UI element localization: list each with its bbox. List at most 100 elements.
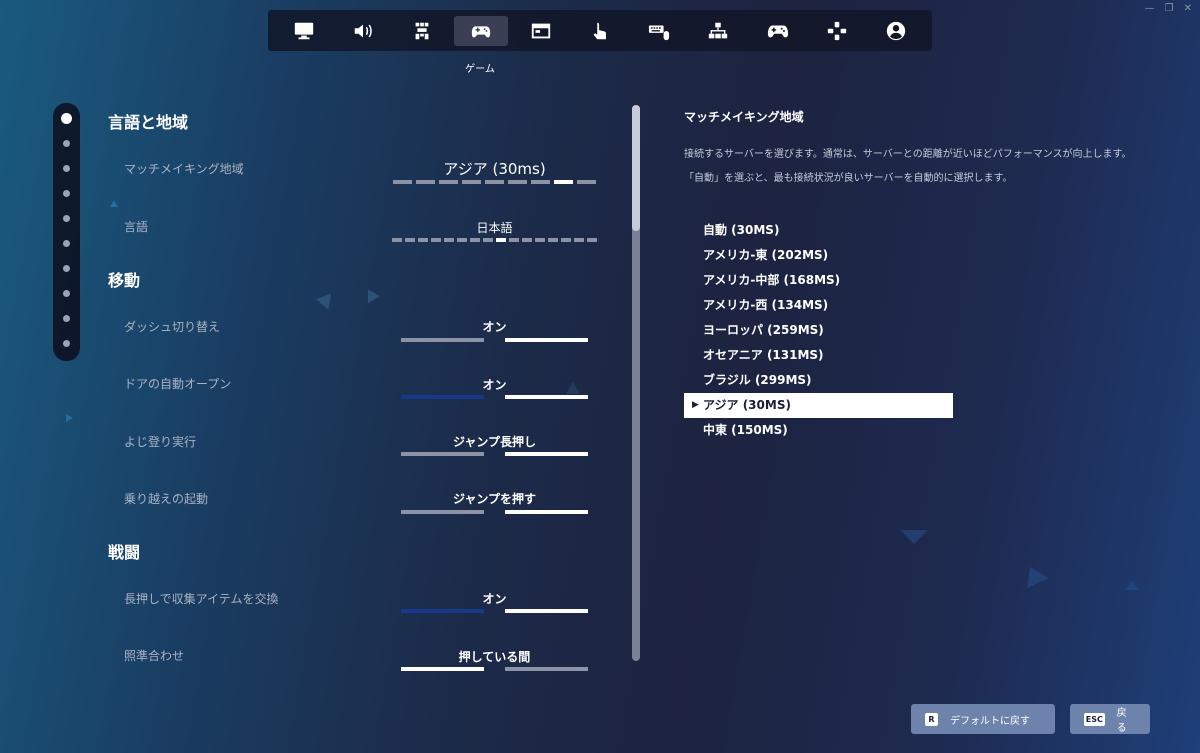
tab-dpad[interactable] [810,16,864,46]
selector-segment [531,180,550,184]
region-list: 自動 (30MS) アメリカ-東 (202MS) アメリカ-中部 (168MS) アメ… [684,218,953,443]
region-option-label: 中東 (150MS) [703,423,788,437]
selector-segment-bar [393,180,596,184]
region-option[interactable]: ヨーロッパ (259MS) [684,318,953,343]
account-icon [887,21,906,40]
key-hint-r: R [925,712,938,726]
setting-value: 日本語 [476,221,513,235]
speaker-icon [354,24,372,37]
toggle-on-segment [505,452,588,456]
toggle-on-segment [401,667,484,671]
tab-touch[interactable] [573,16,627,46]
selector-segment [509,238,519,242]
back-button[interactable]: ESC 戻る [1070,704,1150,734]
toggle-off-segment [401,510,484,514]
toggle-on-segment [505,338,588,342]
close-icon[interactable]: ✕ [1184,3,1192,14]
rail-dot[interactable] [61,113,72,124]
tab-interface[interactable] [514,16,568,46]
region-option[interactable]: オセアニア (131MS) [684,343,953,368]
tab-accessibility[interactable] [395,16,449,46]
gamepad-icon [472,25,491,37]
rail-dot[interactable] [63,190,70,197]
detail-title: マッチメイキング地域 [684,110,804,124]
keyboard-mouse-icon [649,25,670,40]
section-nav-rail [53,103,80,361]
region-option-label: 自動 (30MS) [703,223,780,237]
selected-caret-icon: ▶ [692,400,699,410]
key-hint-esc: ESC [1084,712,1105,726]
tab-network[interactable] [691,16,745,46]
rail-dot[interactable] [63,340,70,347]
toggle-on-segment [505,510,588,514]
selector-segment [431,238,441,242]
setting-value: 押している間 [458,650,531,664]
setting-label: ダッシュ切り替え [124,320,221,334]
rail-dot[interactable] [63,240,70,247]
toggle-indicator [401,338,588,342]
accessibility-icon [415,22,429,39]
selector-segment [462,180,481,184]
setting-label: ドアの自動オープン [124,377,232,391]
scrollbar-thumb[interactable] [632,105,640,231]
toggle-indicator [401,452,588,456]
tab-game[interactable] [454,15,509,46]
selector-segment [577,180,596,184]
setting-value: アジア (30ms) [443,160,546,178]
selector-segment [392,238,402,242]
region-option-label: アメリカ-東 (202MS) [703,248,829,262]
rail-dot[interactable] [63,265,70,272]
restore-icon[interactable]: ❐ [1165,3,1174,14]
setting-label: 照準合わせ [124,649,185,663]
tab-audio[interactable] [336,16,390,46]
settings-scrollbar[interactable] [632,105,640,661]
region-option[interactable]: アメリカ-西 (134MS) [684,293,953,318]
region-option[interactable]: ▶ アジア (30MS) [684,393,953,418]
active-tab-caption: ゲーム [465,64,495,75]
button-label: デフォルトに戻す [950,715,1030,727]
region-option[interactable]: アメリカ-東 (202MS) [684,243,953,268]
toggle-off-segment [505,667,588,671]
setting-label: 長押しで収集アイテムを交換 [124,592,279,606]
region-option[interactable]: 中東 (150MS) [684,418,953,443]
toggle-off-segment [401,395,484,399]
rail-dot[interactable] [63,165,70,172]
tab-keyboard-mouse[interactable] [632,16,686,46]
rail-dot[interactable] [63,315,70,322]
rail-dot[interactable] [63,215,70,222]
selector-segment [508,180,527,184]
toggle-on-segment [505,609,588,613]
rail-dot[interactable] [63,140,70,147]
selector-segment [439,180,458,184]
selector-segment [405,238,415,242]
selector-segment [561,238,571,242]
setting-label: マッチメイキング地域 [124,162,244,176]
selector-segment [574,238,584,242]
toggle-indicator [401,667,588,671]
selector-segment [483,238,493,242]
tab-account[interactable] [869,16,923,46]
minimize-icon[interactable]: — [1145,3,1155,14]
region-option-label: ヨーロッパ (259MS) [703,323,824,337]
controller-icon [767,25,788,37]
selector-segment [496,238,506,242]
reset-defaults-button[interactable]: R デフォルトに戻す [911,704,1055,734]
region-option-label: アメリカ-西 (134MS) [703,298,829,312]
setting-value: ジャンプ長押し [452,435,537,449]
selector-segment [416,180,435,184]
tab-video[interactable] [277,16,331,46]
region-option[interactable]: アメリカ-中部 (168MS) [684,268,953,293]
rail-dot[interactable] [63,290,70,297]
detail-description: 接続するサーバーを選びます。通常は、サーバーとの距離が近いほどパフォーマンスが向… [684,149,1132,184]
tab-controller[interactable] [751,16,805,46]
region-option-label: アジア (30MS) [703,398,791,412]
region-option-label: オセアニア (131MS) [703,348,824,362]
selector-segment [457,238,467,242]
region-option[interactable]: 自動 (30MS) [684,218,953,243]
touch-icon [593,22,606,39]
region-option[interactable]: ブラジル (299MS) [684,368,953,393]
category-tab-bar [268,10,932,51]
section-title-language-region: 言語と地域 [108,113,189,132]
region-option-label: ブラジル (299MS) [703,373,812,387]
toggle-off-segment [401,609,484,613]
